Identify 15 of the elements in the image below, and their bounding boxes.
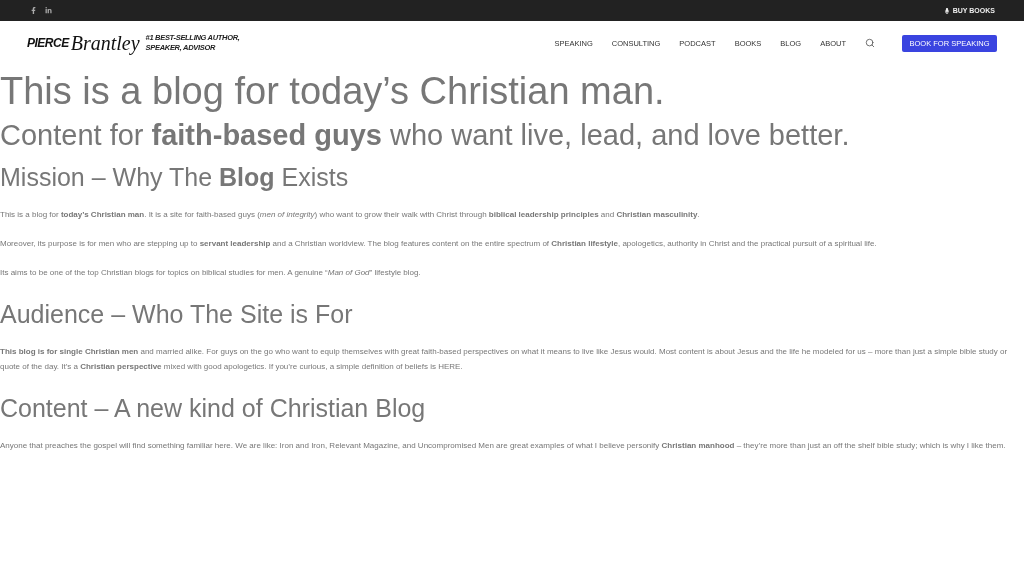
linkedin-icon[interactable] [45, 7, 52, 14]
page-title: This is a blog for today’s Christian man. [0, 69, 666, 114]
paragraph: Moreover, its purpose is for men who are stepping up to servant leadership and a Christian worldview. The blog features content on the entire spectrum of Christian lifestyle, apologetics, authority in Christ and the practical pursuit of a spiritual life. [0, 238, 878, 250]
microphone-icon [943, 7, 950, 14]
section-heading: Audience – Who The Site is For [0, 299, 354, 330]
paragraph: This is a blog for today’s Christian man. It is a site for faith-based guys (men of integrity) who want to grow their walk with Christ through biblical leadership principles and Christian masculinity. [0, 209, 701, 221]
paragraph: Anyone that preaches the gospel will find something familiar here. We are like: Iron and Iron, Relevant Magazine, and Uncompromised Men are great examples of what I believe personify Christian manhood – they’re more than just an off the shelf bible study; which is why I like them. [0, 440, 1007, 452]
section-heading: Content – A new kind of Christian Blog [0, 393, 427, 424]
search-icon[interactable] [865, 38, 875, 48]
logo[interactable]: PIERCEBrantley [27, 31, 140, 55]
paragraph: Its aims to be one of the top Christian blogs for topics on biblical studies for men. A genuine “Man of God” lifestyle blog. [0, 267, 422, 279]
subtitle: Content for faith-based guys who want live, lead, and love better. [0, 118, 851, 153]
paragraph: This blog is for single Christian men and married alike. For guys on the go who want to equip themselves with great faith-based perspectives on what it means to live like Jesus would. Most content is about Jesus and the life he modeled for us – more than just a simple bible study or quote of the day. It’s a Christian perspective mixed with good apologetics. If you’re curious, a simple definition of beliefs is HERE. [0, 346, 1009, 373]
section-heading: Mission – Why The Blog Exists [0, 162, 350, 193]
facebook-icon[interactable] [30, 7, 37, 14]
